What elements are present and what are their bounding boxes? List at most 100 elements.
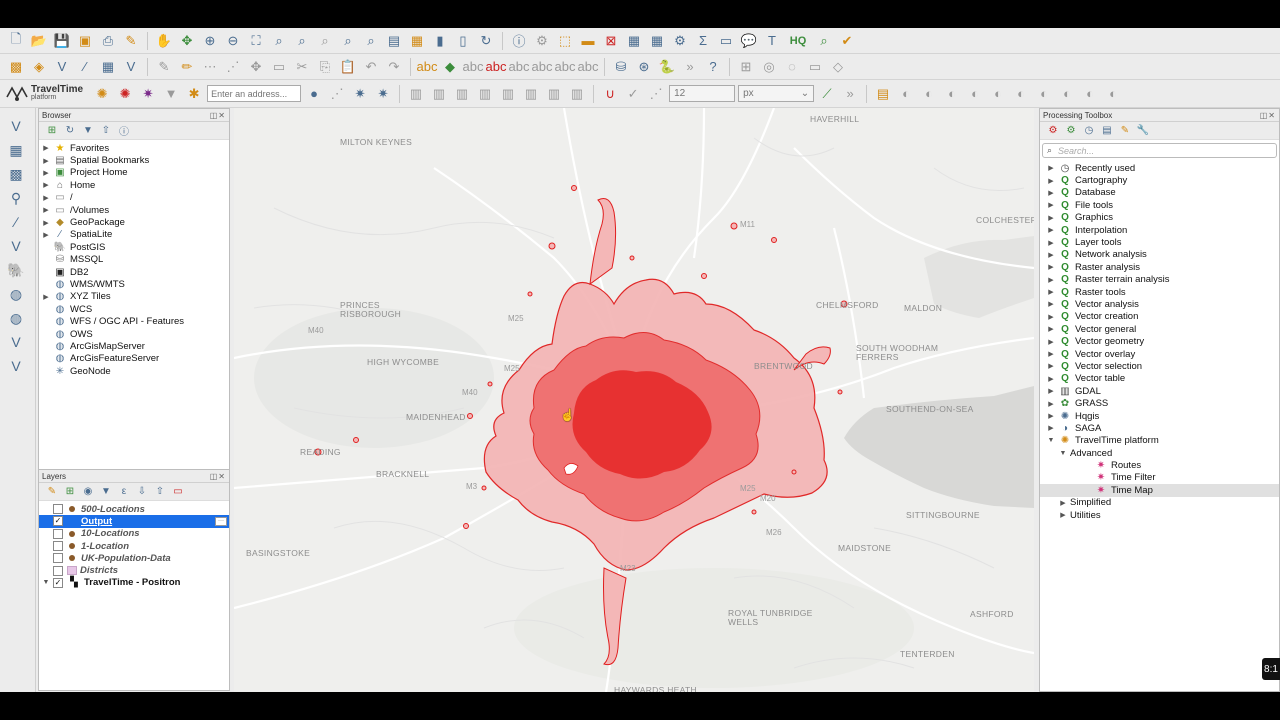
- print-layout-icon[interactable]: ⎙: [98, 31, 118, 51]
- expand-arrow-icon[interactable]: ▶: [39, 194, 53, 202]
- toolbox-item[interactable]: ▶ Q Vector geometry: [1040, 335, 1279, 347]
- add-postgis-icon[interactable]: 🐘: [5, 260, 27, 280]
- layer-visibility-checkbox[interactable]: [53, 541, 63, 552]
- expand-arrow-icon[interactable]: ▶: [1044, 350, 1058, 358]
- locate-icon[interactable]: ●: [304, 84, 324, 104]
- browser-item[interactable]: ▶ ★ Favorites: [39, 142, 229, 154]
- expand-arrow-icon[interactable]: ▶: [1044, 288, 1058, 296]
- expand-arrow-icon[interactable]: ▶: [1044, 276, 1058, 284]
- layer-item-districts[interactable]: Districts: [39, 564, 229, 576]
- vertex-tool-icon[interactable]: ⋰: [223, 57, 243, 77]
- layer-indicator-icon[interactable]: ···: [215, 516, 227, 526]
- add-virtual-layer-icon[interactable]: V: [5, 236, 27, 256]
- snap-options-icon[interactable]: ◎: [759, 57, 779, 77]
- new-vector-icon[interactable]: V: [52, 57, 72, 77]
- more-tools-icon[interactable]: »: [680, 57, 700, 77]
- style-manager-icon[interactable]: ✎: [121, 31, 141, 51]
- toolbox-item[interactable]: ✷ Time Map: [1040, 484, 1279, 497]
- history-icon[interactable]: ◷: [1082, 124, 1096, 138]
- expand-arrow-icon[interactable]: ▼: [1044, 437, 1058, 444]
- properties-icon[interactable]: ⓘ: [117, 124, 131, 138]
- expand-arrow-icon[interactable]: ▶: [1056, 499, 1070, 507]
- open-data-source-icon[interactable]: ▩: [6, 57, 26, 77]
- layer-visibility-checkbox[interactable]: [53, 565, 63, 576]
- redo-icon[interactable]: ↷: [384, 57, 404, 77]
- browser-item[interactable]: ◍ WFS / OGC API - Features: [39, 315, 229, 327]
- layer-visibility-checkbox[interactable]: ✓: [53, 577, 63, 588]
- expand-arrow-icon[interactable]: ▼: [1056, 450, 1070, 457]
- filter-legend-icon[interactable]: ▼: [99, 485, 113, 499]
- digitize-point-icon[interactable]: ✷: [350, 84, 370, 104]
- georef-icon[interactable]: ⊛: [634, 57, 654, 77]
- rotate-label-icon[interactable]: abc: [532, 57, 553, 77]
- delete-feature-icon[interactable]: ▭: [269, 57, 289, 77]
- expand-arrow-icon[interactable]: ▶: [1044, 387, 1058, 395]
- expand-arrow-icon[interactable]: ▶: [1044, 251, 1058, 259]
- expand-arrow-icon[interactable]: ▶: [1044, 325, 1058, 333]
- expand-arrow-icon[interactable]: ▶: [1044, 400, 1058, 408]
- add-vector-layer-icon[interactable]: V: [5, 116, 27, 136]
- browser-item[interactable]: ▶ ⌂ Home: [39, 179, 229, 191]
- expand-arrow-icon[interactable]: ▶: [39, 181, 53, 189]
- layer-visibility-checkbox[interactable]: ✓: [53, 516, 63, 527]
- shape-tool-6-icon[interactable]: ◐: [1011, 84, 1031, 104]
- adv-digitize-8-icon[interactable]: ▥: [567, 84, 587, 104]
- layer-visibility-checkbox[interactable]: [53, 553, 63, 564]
- browser-item[interactable]: ▣ DB2: [39, 266, 229, 278]
- deselect-icon[interactable]: ⊠: [601, 31, 621, 51]
- toolbox-item[interactable]: ▶ Q Vector analysis: [1040, 298, 1279, 310]
- expand-arrow-icon[interactable]: ▶: [1044, 164, 1058, 172]
- browser-item[interactable]: ▶ ◆ GeoPackage: [39, 216, 229, 228]
- toolbox-item[interactable]: ▶ Utilities: [1040, 509, 1279, 521]
- geocode-icon[interactable]: ✱: [184, 84, 204, 104]
- add-feature-icon[interactable]: ⋯: [200, 57, 220, 77]
- expand-arrow-icon[interactable]: ▶: [39, 219, 53, 227]
- pan-icon[interactable]: ✋: [154, 31, 174, 51]
- routes-plugin-icon[interactable]: ✷: [138, 84, 158, 104]
- browser-item[interactable]: ▶ ▣ Project Home: [39, 167, 229, 179]
- map-tips-icon[interactable]: 💬: [739, 31, 759, 51]
- tolerance-value-field[interactable]: 12: [669, 85, 736, 102]
- text-annotation-icon[interactable]: T: [762, 31, 782, 51]
- browser-item[interactable]: ▶ ▭ /Volumes: [39, 204, 229, 216]
- pin-labels-icon[interactable]: abc: [463, 57, 484, 77]
- browser-item[interactable]: ▶ ∕ SpatiaLite: [39, 229, 229, 241]
- expand-arrow-icon[interactable]: ▶: [1044, 424, 1058, 432]
- toolbox-item[interactable]: ▶ Q Database: [1040, 187, 1279, 199]
- expand-arrow-icon[interactable]: ▶: [39, 169, 53, 177]
- toolbox-item[interactable]: ▶ Q Interpolation: [1040, 224, 1279, 236]
- add-wms-icon[interactable]: ◍: [5, 284, 27, 304]
- add-vector-icon[interactable]: V: [121, 57, 141, 77]
- add-wfs-icon[interactable]: V: [5, 332, 27, 352]
- models-icon[interactable]: ⚙: [1046, 124, 1060, 138]
- attribute-table-icon[interactable]: ▦: [624, 31, 644, 51]
- toolbox-item[interactable]: ▶ Q Vector general: [1040, 323, 1279, 335]
- expand-arrow-icon[interactable]: ▶: [1044, 214, 1058, 222]
- adv-digitize-2-icon[interactable]: ▥: [429, 84, 449, 104]
- processing-toolbox-icon[interactable]: ⚙: [670, 31, 690, 51]
- show-bookmarks-icon[interactable]: ▯: [453, 31, 473, 51]
- zoom-selection-icon[interactable]: ⌕: [269, 31, 289, 51]
- address-search-input[interactable]: [207, 85, 302, 102]
- toolbox-item[interactable]: ▶ Q Vector creation: [1040, 311, 1279, 323]
- layers-panel-close-icon[interactable]: ◫✕: [210, 472, 226, 481]
- save-project-icon[interactable]: 💾: [52, 31, 72, 51]
- map-canvas[interactable]: HAVERHILL MILTON KEYNES COLCHESTER PRINCES …: [234, 108, 1034, 692]
- zoom-layer-icon[interactable]: ⌕: [292, 31, 312, 51]
- toolbox-item[interactable]: ▶ Q Cartography: [1040, 174, 1279, 186]
- zoom-out-icon[interactable]: ⊖: [223, 31, 243, 51]
- browser-item[interactable]: ▶ ▭ /: [39, 192, 229, 204]
- expand-arrow-icon[interactable]: ▶: [1044, 300, 1058, 308]
- layer-visibility-checkbox[interactable]: [53, 528, 63, 539]
- zoom-in-icon[interactable]: ⊕: [200, 31, 220, 51]
- run-action-icon[interactable]: ⚙: [532, 31, 552, 51]
- toolbox-item[interactable]: ▶ ▥ GDAL: [1040, 385, 1279, 397]
- toolbox-item[interactable]: ▶ Q Vector table: [1040, 373, 1279, 385]
- expand-arrow-icon[interactable]: ▶: [1044, 177, 1058, 185]
- temporal-controller-icon[interactable]: ▦: [407, 31, 427, 51]
- adv-digitize-1-icon[interactable]: ▥: [406, 84, 426, 104]
- move-label-icon[interactable]: abc: [509, 57, 530, 77]
- toolbox-item[interactable]: ✷ Routes: [1040, 459, 1279, 471]
- expand-arrow-icon[interactable]: ▶: [1044, 338, 1058, 346]
- zoom-last-icon[interactable]: ⌕: [338, 31, 358, 51]
